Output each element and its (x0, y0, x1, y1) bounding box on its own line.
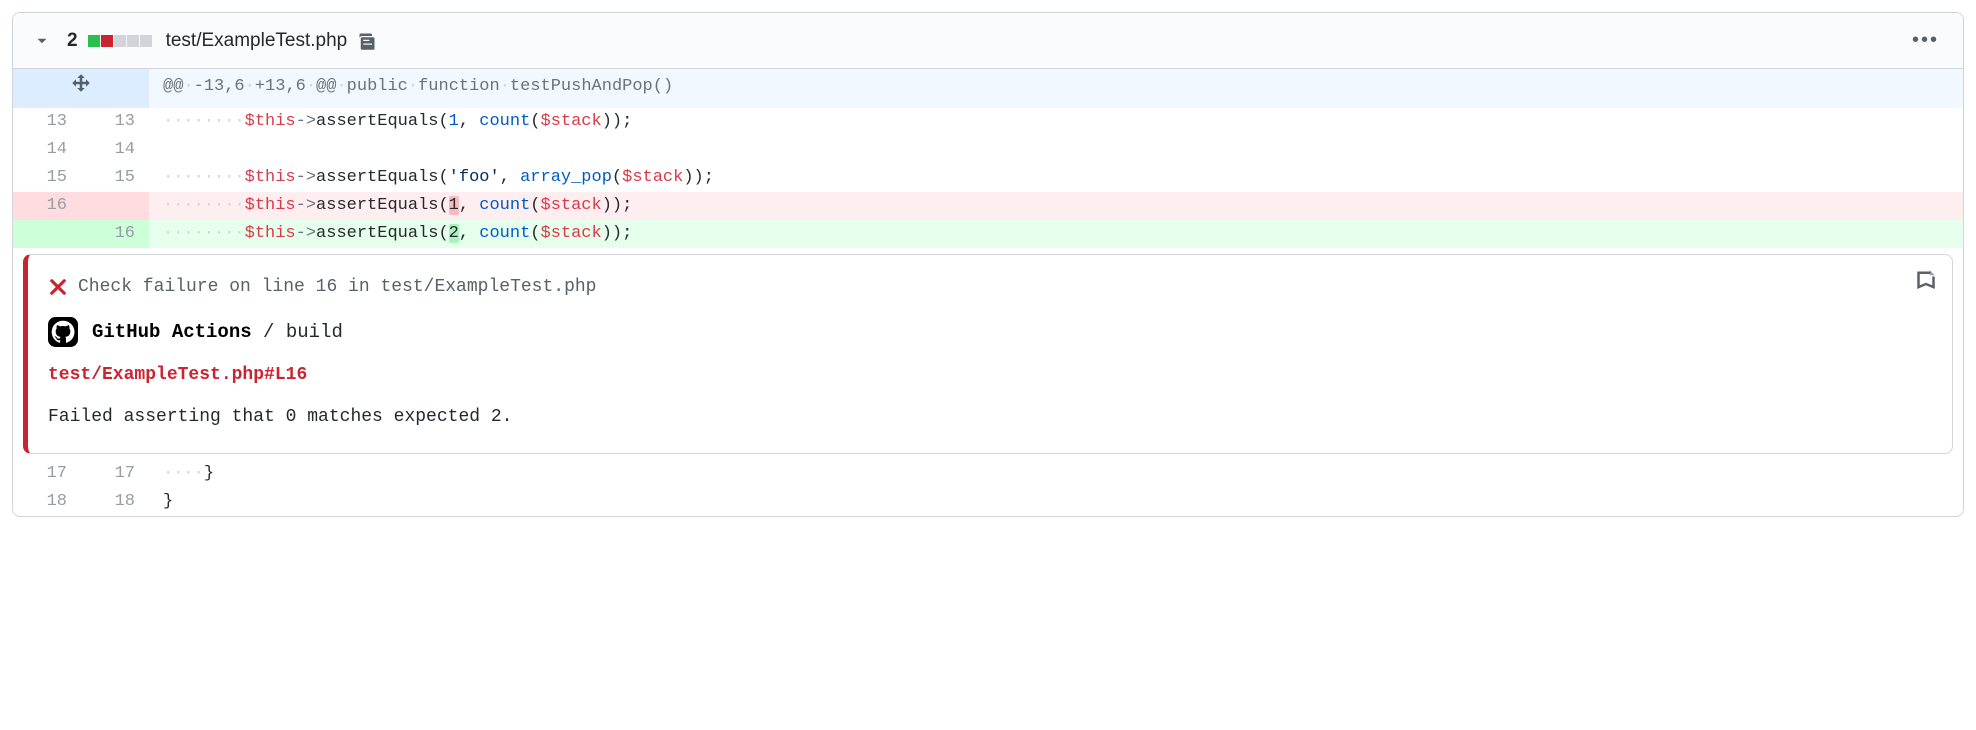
github-logo-icon (48, 317, 78, 347)
dismiss-annotation-icon[interactable] (1916, 269, 1936, 300)
code-line: 16 ········$this->assertEquals(1, count($… (13, 192, 1963, 220)
new-line-number[interactable]: 18 (81, 488, 149, 516)
code-content: ········$this->assertEquals(1, count($st… (149, 108, 1963, 136)
code-line: 1515········$this->assertEquals('foo', a… (13, 164, 1963, 192)
code-content: } (149, 488, 1963, 516)
new-line-number[interactable]: 17 (81, 460, 149, 488)
diff-table: @@·-13,6·+13,6·@@·public·function·testPu… (13, 69, 1963, 516)
old-line-number[interactable]: 14 (13, 136, 81, 164)
annotation-title: Check failure on line 16 in test/Example… (78, 273, 596, 301)
code-line: 1717····} (13, 460, 1963, 488)
code-content: ····} (149, 460, 1963, 488)
old-line-number[interactable]: 13 (13, 108, 81, 136)
code-line: 1818} (13, 488, 1963, 516)
new-line-number[interactable] (81, 192, 149, 220)
old-line-number[interactable]: 15 (13, 164, 81, 192)
change-count: 2 (67, 30, 78, 52)
file-diff: 2 test/ExampleTest.php ••• @@·-13,6·+13,… (12, 12, 1964, 517)
new-line-number[interactable]: 14 (81, 136, 149, 164)
code-content (149, 136, 1963, 164)
old-line-number[interactable]: 17 (13, 460, 81, 488)
expand-hunk-icon[interactable] (13, 69, 149, 108)
code-content: ········$this->assertEquals('foo', array… (149, 164, 1963, 192)
annotation-source[interactable]: GitHub Actions / build (92, 318, 343, 346)
check-annotation-row: Check failure on line 16 in test/Example… (13, 248, 1963, 460)
new-line-number[interactable]: 16 (81, 220, 149, 248)
annotation-link[interactable]: test/ExampleTest.php#L16 (48, 361, 1932, 389)
code-line: 1313········$this->assertEquals(1, count… (13, 108, 1963, 136)
collapse-toggle[interactable] (29, 28, 55, 54)
code-content: ········$this->assertEquals(1, count($st… (149, 192, 1963, 220)
code-line: 1414 (13, 136, 1963, 164)
old-line-number[interactable]: 16 (13, 192, 81, 220)
file-menu-button[interactable]: ••• (1904, 25, 1947, 56)
diffstat (88, 35, 152, 47)
annotation-message: Failed asserting that 0 matches expected… (48, 403, 1932, 431)
code-line: 16········$this->assertEquals(2, count($… (13, 220, 1963, 248)
new-line-number[interactable]: 13 (81, 108, 149, 136)
hunk-header-text: @@·-13,6·+13,6·@@·public·function·testPu… (149, 69, 1963, 108)
new-line-number[interactable]: 15 (81, 164, 149, 192)
code-content: ········$this->assertEquals(2, count($st… (149, 220, 1963, 248)
file-header: 2 test/ExampleTest.php ••• (13, 13, 1963, 69)
failure-x-icon (48, 277, 68, 297)
old-line-number[interactable]: 18 (13, 488, 81, 516)
file-path-link[interactable]: test/ExampleTest.php (166, 30, 348, 52)
copy-path-icon[interactable] (357, 31, 377, 51)
check-annotation: Check failure on line 16 in test/Example… (23, 254, 1953, 454)
hunk-header-row: @@·-13,6·+13,6·@@·public·function·testPu… (13, 69, 1963, 108)
old-line-number[interactable] (13, 220, 81, 248)
